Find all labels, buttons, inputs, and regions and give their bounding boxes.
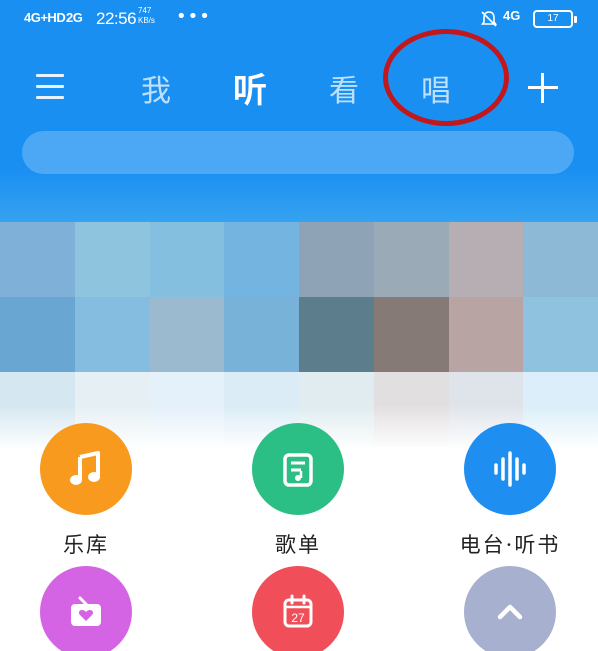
feature-collapse[interactable] (430, 566, 590, 651)
tab-watch[interactable]: 看 (329, 66, 359, 110)
top-header: 我 听 看 唱 (0, 29, 598, 222)
search-bar[interactable] (22, 131, 574, 174)
radio-heart-icon (40, 566, 132, 651)
annotation-circle (383, 29, 509, 126)
sound-wave-icon (464, 423, 556, 515)
signal-indicator-2g: 2G (66, 10, 83, 25)
battery-icon: 17 (533, 10, 577, 28)
network-speed: 747 KB/s (138, 6, 155, 26)
feature-playlist[interactable]: 歌单 (218, 423, 378, 559)
music-note-icon (40, 423, 132, 515)
feature-label: 歌单 (275, 533, 321, 557)
playlist-icon (252, 423, 344, 515)
tab-listen[interactable]: 听 (233, 63, 267, 112)
status-time: 22:56 (96, 9, 137, 28)
network-speed-value: 747 (138, 6, 152, 15)
network-speed-unit: KB/s (138, 16, 155, 25)
feature-label: 电台·听书 (459, 533, 561, 557)
feature-label: 乐库 (63, 533, 109, 557)
calendar-icon: 27 (252, 566, 344, 651)
calendar-day: 27 (291, 611, 305, 625)
feature-daily-calendar[interactable]: 27 (218, 566, 378, 651)
battery-level: 17 (547, 13, 559, 24)
more-notifications-icon: ••• (176, 6, 211, 27)
signal-indicator-4g: 4G+HD (24, 10, 66, 25)
tab-me[interactable]: 我 (141, 66, 171, 110)
feature-radio-favorite[interactable] (6, 566, 166, 651)
menu-icon[interactable] (36, 74, 66, 102)
bell-muted-icon (480, 11, 498, 27)
chevron-up-icon (464, 566, 556, 651)
status-bar: 4G+HD 2G 22:56 747 KB/s ••• 4G 17 (0, 0, 598, 44)
feature-music-library[interactable]: 乐库 (6, 423, 166, 559)
feature-radio-audiobook[interactable]: 电台·听书 (430, 423, 590, 559)
signal-indicator-right: 4G (503, 8, 521, 23)
plus-icon[interactable] (527, 72, 559, 104)
